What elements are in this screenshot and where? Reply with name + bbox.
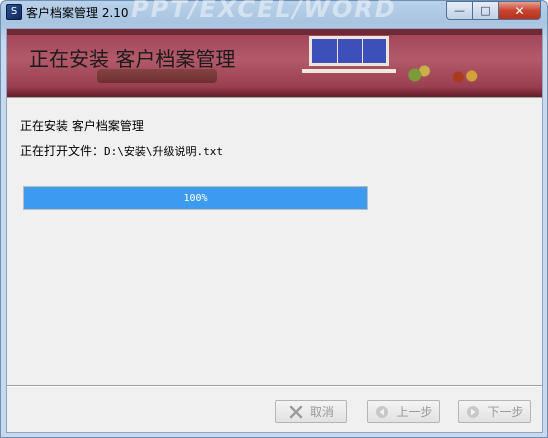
banner-plant-image xyxy=(402,63,434,83)
previous-label: 上一步 xyxy=(396,405,433,419)
banner-peppers-image xyxy=(447,67,485,87)
current-file-path: D:\安装\升级说明.txt xyxy=(104,145,223,158)
progress-label: 100% xyxy=(183,192,208,204)
install-progress-bar: 100% xyxy=(23,186,368,210)
app-icon: S xyxy=(6,4,22,20)
arrow-right-icon xyxy=(465,404,481,420)
banner-shade xyxy=(7,87,542,97)
header-banner: 正在安装 客户档案管理 xyxy=(7,29,542,97)
installer-window: S PPT/EXCEL/WORD 客户档案管理 2.10 — □ ✕ 正在安装 … xyxy=(0,0,548,438)
banner-roof xyxy=(7,29,542,35)
next-button[interactable]: 下一步 xyxy=(458,400,531,423)
minimize-button[interactable]: — xyxy=(446,1,472,20)
window-title: 客户档案管理 2.10 xyxy=(26,6,129,20)
footer-divider xyxy=(7,385,542,387)
banner-sill-image xyxy=(302,69,396,73)
cancel-button[interactable]: 取消 xyxy=(275,400,347,423)
current-file-prefix: 正在打开文件： xyxy=(20,144,105,158)
installer-client-area: 正在安装 客户档案管理 正在安装 客户档案管理 正在打开文件：D:\安装\升级说… xyxy=(6,28,543,433)
window-controls: — □ ✕ xyxy=(446,1,541,20)
next-label: 下一步 xyxy=(487,405,524,419)
arrow-left-icon xyxy=(374,404,390,420)
banner-window-image xyxy=(309,36,389,66)
close-button[interactable]: ✕ xyxy=(498,1,541,20)
close-x-icon xyxy=(288,404,304,420)
title-bar[interactable]: S PPT/EXCEL/WORD 客户档案管理 2.10 — □ ✕ xyxy=(1,0,547,25)
status-text: 正在安装 客户档案管理 xyxy=(20,119,144,133)
previous-button[interactable]: 上一步 xyxy=(367,400,440,423)
banner-divider xyxy=(7,97,542,98)
banner-title: 正在安装 客户档案管理 xyxy=(29,47,236,71)
cancel-label: 取消 xyxy=(309,405,334,419)
current-file-text: 正在打开文件：D:\安装\升级说明.txt xyxy=(20,142,223,159)
maximize-button[interactable]: □ xyxy=(472,1,498,20)
title-watermark: PPT/EXCEL/WORD xyxy=(131,0,397,23)
